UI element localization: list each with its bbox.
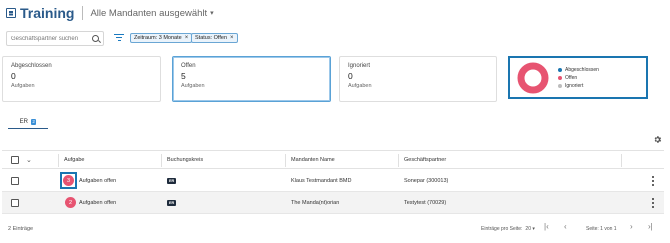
search-icon[interactable] [92, 35, 99, 42]
row-menu-cell [652, 192, 654, 213]
column-header-mandanten-name[interactable]: Mandanten Name [291, 151, 335, 168]
card-value: 0 [348, 71, 353, 81]
legend-dot [558, 76, 562, 80]
tab-er[interactable]: ER 2 [8, 115, 48, 129]
column-divider [285, 154, 286, 167]
chevron-down-icon: ▾ [532, 226, 535, 232]
per-page-select[interactable]: 20 ▾ [525, 226, 534, 232]
buchungskreis-cell: ER [167, 170, 177, 191]
task-count-highlight: 3 [60, 172, 77, 189]
select-all-checkbox[interactable] [11, 155, 19, 164]
mandant-name-cell: The Manda(nt)orian [291, 199, 340, 206]
task-cell: 2 Aufgaben offen [65, 192, 116, 213]
first-page-icon[interactable]: |‹ [544, 222, 549, 231]
column-divider [161, 154, 162, 167]
buchungskreis-tag: ER [167, 199, 177, 206]
card-title: Abgeschlossen [11, 63, 52, 69]
list-icon [6, 8, 16, 18]
last-page-icon[interactable]: ›| [648, 222, 653, 231]
column-header-buchungskreis[interactable]: Buchungskreis [167, 151, 203, 168]
entry-count: 2 Einträge [8, 226, 34, 232]
header-divider [82, 6, 84, 20]
mandant-selector[interactable]: Alle Mandanten ausgewählt ▾ [90, 8, 213, 19]
filter-chip-label: Status: Offen [195, 35, 228, 41]
chevron-down-icon[interactable]: ⌄ [26, 156, 32, 164]
per-page-control: Einträge pro Seite: 20 ▾ [481, 226, 535, 232]
task-count-badge: 3 [63, 175, 74, 186]
per-page-value: 20 [525, 226, 531, 232]
buchungskreis-tag: ER [167, 177, 177, 184]
page-header: Training Alle Mandanten ausgewählt ▾ [6, 4, 214, 22]
legend-item-ignoriert: Ignoriert [558, 82, 599, 90]
legend-dot [558, 68, 562, 72]
status-donut-chart [517, 62, 549, 94]
search-input[interactable] [11, 35, 91, 42]
next-page-icon[interactable]: › [630, 222, 633, 231]
partner-cell: Testytest (70029) [404, 199, 447, 206]
table-row[interactable]: 2 Aufgaben offen ER The Manda(nt)orian T… [2, 192, 664, 214]
legend-item-abgeschlossen: Abgeschlossen [558, 66, 599, 74]
row-select-cell [11, 192, 19, 213]
table-header: ⌄ Aufgabe Buchungskreis Mandanten Name G… [2, 150, 664, 169]
task-cell: 3 Aufgaben offen [60, 170, 116, 191]
donut-segment-offen [517, 62, 549, 94]
legend-dot [558, 84, 562, 88]
card-subtitle: Aufgaben [11, 83, 35, 89]
page-label: Seite: 1 von 1 [586, 226, 617, 232]
kebab-menu-icon[interactable] [652, 175, 654, 186]
mandant-name-cell: Klaus Testmandant BMD [291, 177, 352, 184]
page-indicator: Seite: 1 von 1 [586, 226, 617, 232]
gear-icon[interactable] [653, 135, 662, 144]
legend-label: Offen [565, 75, 578, 81]
mandant-label: Alle Mandanten ausgewählt [90, 7, 208, 19]
filter-chip-status: Status: Offen × [191, 33, 238, 43]
column-divider [58, 154, 59, 167]
legend-item-offen: Offen [558, 74, 599, 82]
card-title: Offen [181, 63, 196, 69]
chevron-down-icon: ▾ [210, 10, 214, 17]
prev-page-icon[interactable]: ‹ [564, 222, 567, 231]
close-icon[interactable]: × [185, 35, 189, 41]
column-header-aufgabe[interactable]: Aufgabe [64, 151, 85, 168]
row-checkbox[interactable] [11, 198, 19, 207]
task-label[interactable]: Aufgaben offen [79, 178, 116, 184]
card-subtitle: Aufgaben [181, 83, 205, 89]
partner-cell: Sonepar (300013) [404, 177, 449, 184]
chart-legend: Abgeschlossen Offen Ignoriert [558, 66, 599, 90]
table-row[interactable]: 3 Aufgaben offen ER Klaus Testmandant BM… [2, 170, 664, 192]
buchungskreis-cell: ER [167, 192, 177, 213]
close-icon[interactable]: × [230, 35, 234, 41]
column-divider [621, 154, 622, 167]
column-divider [398, 154, 399, 167]
filter-icon[interactable] [114, 34, 124, 42]
page-title: Training [20, 5, 75, 21]
per-page-label: Einträge pro Seite: [481, 226, 523, 232]
card-title: Ignoriert [348, 63, 371, 69]
filter-chip-zeitraum: Zeitraum: 3 Monate × [130, 33, 193, 43]
tab-label: ER [19, 118, 28, 125]
expand-all-cell: ⌄ [26, 151, 32, 168]
card-offen[interactable]: Offen 5 Aufgaben [172, 56, 331, 102]
search-box[interactable] [6, 31, 104, 46]
task-label[interactable]: Aufgaben offen [79, 200, 116, 206]
card-value: 0 [11, 71, 16, 81]
legend-label: Abgeschlossen [565, 67, 599, 73]
card-abgeschlossen[interactable]: Abgeschlossen 0 Aufgaben [2, 56, 161, 102]
column-header-geschaeftspartner[interactable]: Geschäftspartner [404, 151, 446, 168]
tab-count-badge: 2 [30, 118, 37, 125]
row-menu-cell [652, 170, 654, 191]
filter-chip-label: Zeitraum: 3 Monate [134, 35, 182, 41]
row-checkbox[interactable] [11, 176, 19, 185]
row-select-cell [11, 170, 19, 191]
status-chart-card: Abgeschlossen Offen Ignoriert [508, 56, 648, 99]
card-subtitle: Aufgaben [348, 83, 372, 89]
card-ignoriert[interactable]: Ignoriert 0 Aufgaben [339, 56, 497, 102]
card-value: 5 [181, 71, 186, 81]
task-count-badge: 2 [65, 197, 76, 208]
select-all-cell [11, 151, 19, 168]
kebab-menu-icon[interactable] [652, 197, 654, 208]
legend-label: Ignoriert [565, 83, 584, 89]
